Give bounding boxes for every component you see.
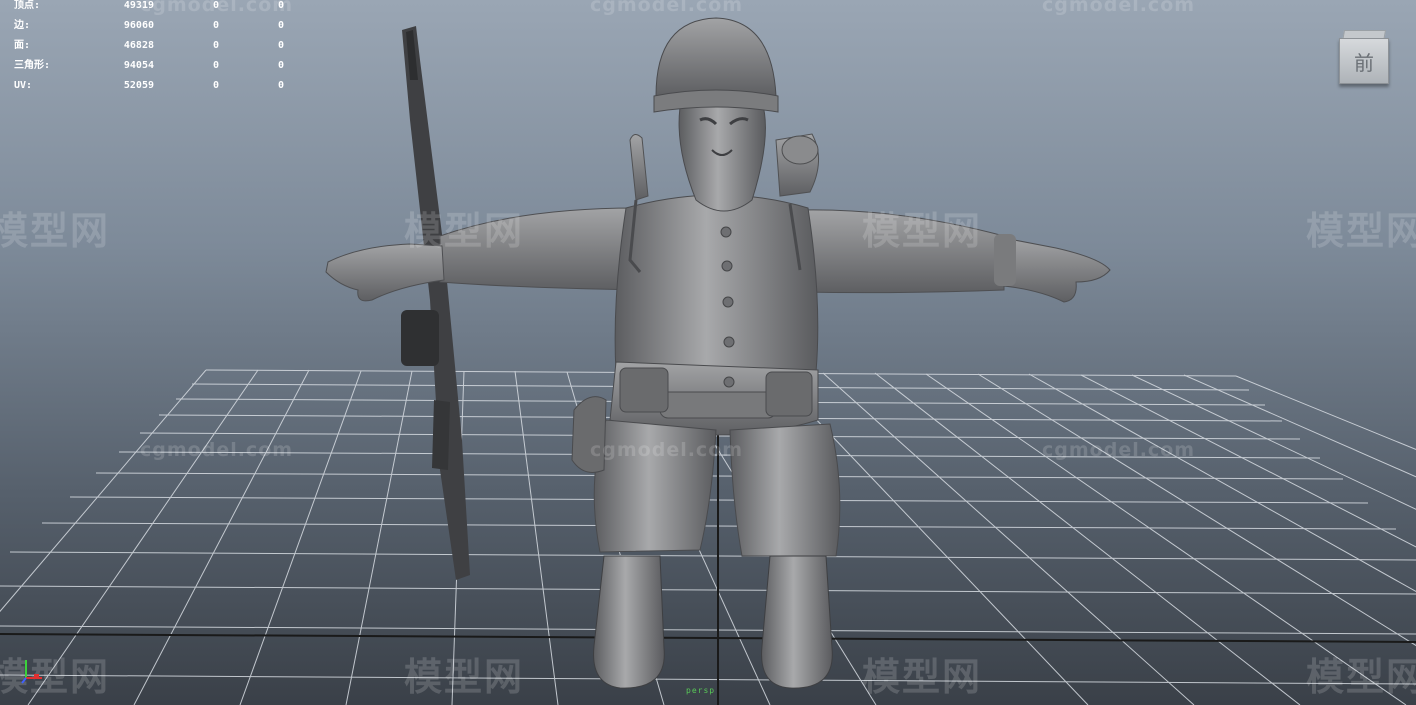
hud-label: UV: [14, 80, 33, 91]
hud-label: 顶点: [14, 0, 41, 11]
hud-label: 边: [14, 20, 31, 31]
hud-selected-extra: 0 [277, 20, 284, 31]
hud-selected-extra: 0 [277, 40, 284, 51]
view-cube-label: 前 [1354, 50, 1374, 75]
hud-row-faces: 面: 46828 0 0 [14, 40, 284, 60]
hud-selected-extra: 0 [277, 80, 284, 91]
watermark-domain-text: cgmodel.com [1042, 0, 1196, 16]
x-axis-line [0, 633, 1416, 643]
hud-selected: 0 [212, 40, 219, 51]
watermark-brand-text: 模型网 [0, 209, 111, 253]
hud-row-edges: 边: 96060 0 0 [14, 20, 284, 40]
3d-viewport[interactable]: cgmodel.com cgmodel.com cgmodel.com cgmo… [0, 0, 1416, 705]
poly-count-hud: 顶点: 49319 0 0 边: 96060 0 0 面: 46828 0 0 … [14, 0, 284, 100]
watermark-brand-text: 模型网 [404, 655, 525, 699]
hud-selected-extra: 0 [277, 0, 284, 11]
watermark-brand-text: 模型网 [0, 655, 111, 699]
view-cube-front-face[interactable]: 前 [1339, 38, 1389, 84]
hud-row-uvs: UV: 52059 0 0 [14, 80, 284, 100]
scene-canvas [0, 17, 1416, 705]
torso-model [609, 194, 819, 436]
hud-selected-extra: 0 [277, 60, 284, 71]
hud-selected: 0 [212, 20, 219, 31]
hud-value: 46828 [123, 40, 154, 51]
watermark-brand-text: 模型网 [862, 655, 983, 699]
view-cube[interactable]: 前 [1337, 28, 1389, 84]
hud-selected: 0 [212, 60, 219, 71]
hud-value: 49319 [123, 0, 154, 11]
hud-label: 面: [14, 40, 31, 51]
watermark-domain-text: cgmodel.com [140, 439, 294, 461]
hud-selected: 0 [212, 80, 219, 91]
hud-value: 52059 [123, 80, 154, 91]
head-model [653, 17, 779, 212]
watermark-brand-text: 模型网 [404, 209, 525, 253]
hud-row-vertices: 顶点: 49319 0 0 [14, 0, 284, 20]
axis-gizmo-icon [21, 660, 42, 684]
hud-label: 三角形: [14, 60, 51, 71]
watermark-domain-text: cgmodel.com [1042, 439, 1196, 461]
watermark-brand-text: 模型网 [1306, 209, 1416, 253]
camera-name-label: persp [686, 686, 716, 695]
watermark-domain-text: cgmodel.com [590, 439, 744, 461]
hud-selected: 0 [212, 0, 219, 11]
watermark-brand-text: 模型网 [1306, 655, 1416, 699]
hud-value: 96060 [123, 20, 154, 31]
rifle-model [401, 26, 470, 580]
watermark-brand-text: 模型网 [862, 209, 983, 253]
hud-row-triangles: 三角形: 94054 0 0 [14, 60, 284, 80]
hud-value: 94054 [123, 60, 154, 71]
watermark-domain-text: cgmodel.com [590, 0, 744, 16]
